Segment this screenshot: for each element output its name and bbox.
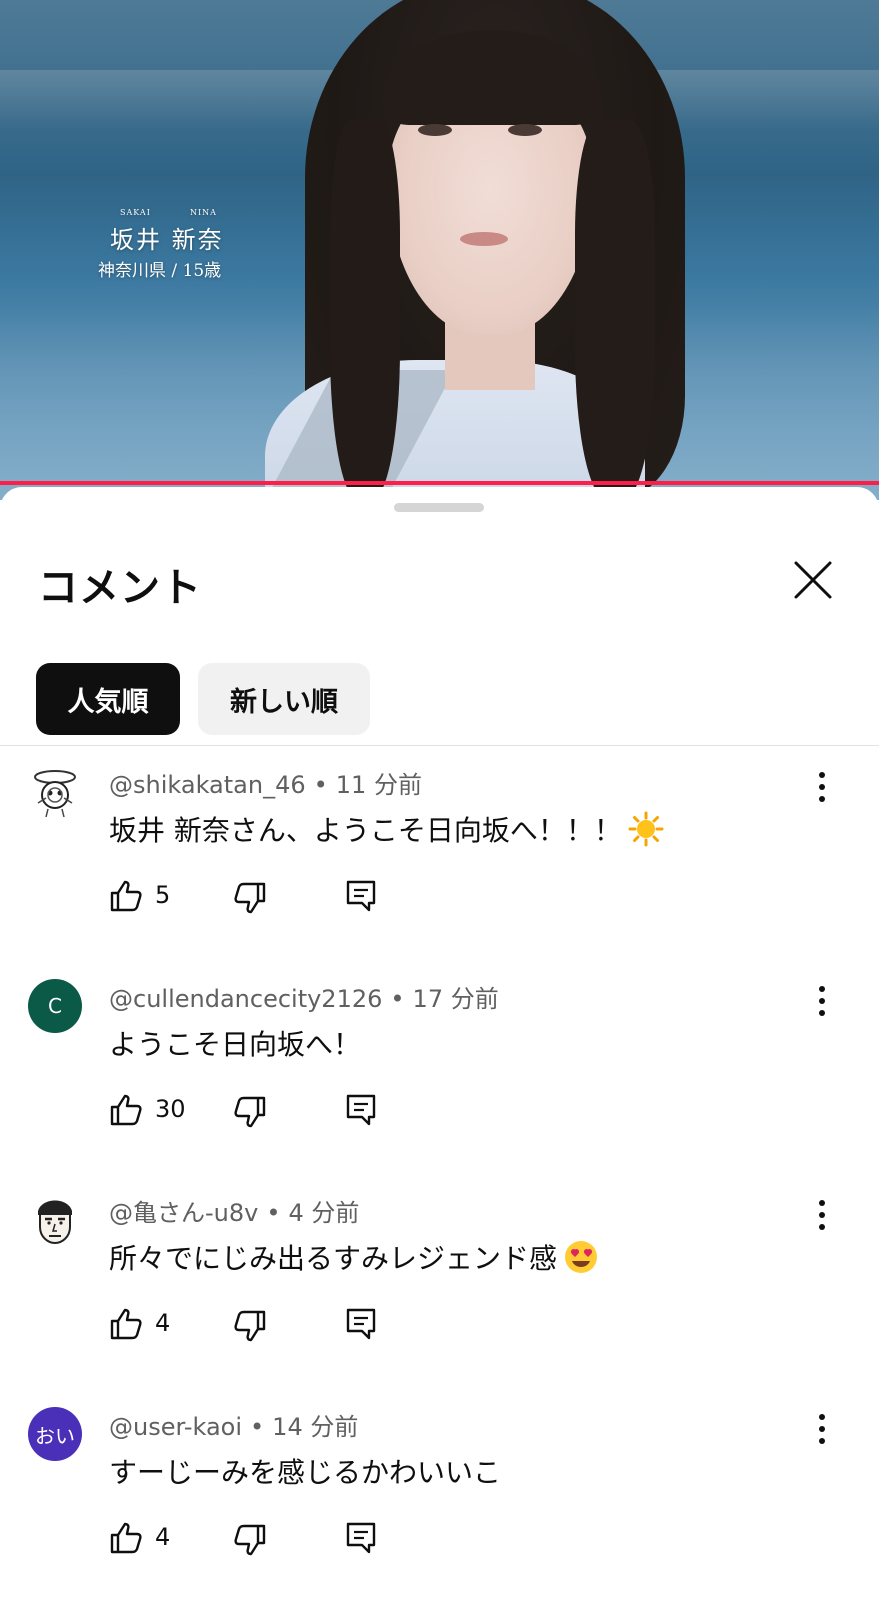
reply-icon — [346, 1308, 376, 1340]
comment-text: 坂井 新奈さん、ようこそ日向坂へ！！！ — [109, 809, 664, 849]
like-button[interactable] — [109, 1307, 143, 1341]
comment-meta: @user-kaoi • 14 分前 — [109, 1407, 358, 1442]
comment-item: C @cullendancecity2126 • 17 分前 ようこそ日向坂へ！ 3… — [0, 957, 879, 1157]
sort-chips: 人気順 新しい順 — [36, 663, 370, 735]
like-count: 30 — [155, 1095, 186, 1123]
sun-emoji-icon — [628, 811, 664, 847]
thumbs-down-icon — [234, 882, 266, 914]
portrait-hair-right — [575, 120, 655, 500]
comment-actions: 4 — [109, 1521, 409, 1561]
comment-author[interactable]: @user-kaoi — [109, 1413, 242, 1441]
cartoon-avatar-icon — [34, 770, 76, 818]
more-vertical-icon — [819, 772, 825, 802]
like-count: 4 — [155, 1309, 171, 1337]
comment-item: @shikakatan_46 • 11 分前 坂井 新奈さん、ようこそ日向坂へ！！！ — [0, 743, 879, 943]
thumbs-up-icon — [110, 1308, 142, 1340]
comment-avatar[interactable]: C — [28, 979, 82, 1033]
comment-body: すーじーみを感じるかわいいこ — [109, 1456, 502, 1489]
sheet-title: コメント — [38, 565, 202, 611]
comment-more-button[interactable] — [812, 1195, 832, 1235]
thumbs-up-icon — [110, 880, 142, 912]
sort-chip-popular[interactable]: 人気順 — [36, 663, 180, 735]
comment-avatar[interactable] — [28, 1193, 82, 1247]
thumbs-down-icon — [234, 1096, 266, 1128]
dislike-button[interactable] — [233, 1095, 267, 1129]
close-icon — [794, 561, 832, 599]
comment-avatar[interactable]: おい — [28, 1407, 82, 1461]
comment-meta: @cullendancecity2126 • 17 分前 — [109, 979, 499, 1014]
more-vertical-icon — [819, 1414, 825, 1444]
like-count: 4 — [155, 1523, 171, 1551]
thumbs-down-icon — [234, 1310, 266, 1342]
sheet-drag-handle[interactable] — [394, 503, 484, 512]
like-button[interactable] — [109, 1093, 143, 1127]
comment-text: ようこそ日向坂へ！ — [109, 1023, 361, 1063]
comment-item: @亀さん-u8v • 4 分前 所々でにじみ出るすみレジェンド感 4 — [0, 1171, 879, 1371]
comment-text: 所々でにじみ出るすみレジェンド感 — [109, 1237, 599, 1277]
comment-time: 11 分前 — [335, 771, 422, 799]
comment-author[interactable]: @cullendancecity2126 — [109, 985, 382, 1013]
like-count: 5 — [155, 881, 171, 909]
portrait-hair-left — [330, 120, 400, 500]
like-button[interactable] — [109, 879, 143, 913]
comment-more-button[interactable] — [812, 981, 832, 1021]
comment-more-button[interactable] — [812, 767, 832, 807]
meta-separator: • — [250, 1413, 265, 1441]
comment-author[interactable]: @shikakatan_46 — [109, 771, 306, 799]
portrait-eye-left — [418, 124, 452, 136]
caption-name: 坂井 新奈 — [110, 226, 224, 254]
thumbs-up-icon — [110, 1094, 142, 1126]
comment-body: ようこそ日向坂へ！ — [109, 1028, 362, 1061]
comment-body: 坂井 新奈さん、ようこそ日向坂へ！！！ — [109, 814, 622, 847]
more-vertical-icon — [819, 1200, 825, 1230]
comment-body: 所々でにじみ出るすみレジェンド感 — [109, 1242, 558, 1275]
comments-sheet: コメント 人気順 新しい順 @shikakatan_46 • 11 分前 坂井 … — [0, 487, 879, 1600]
reply-button[interactable] — [345, 1307, 377, 1341]
heart-eyes-emoji-icon — [565, 1241, 598, 1273]
reply-icon — [346, 1094, 376, 1126]
dislike-button[interactable] — [233, 881, 267, 915]
meta-separator: • — [313, 771, 328, 799]
comment-item: おい @user-kaoi • 14 分前 すーじーみを感じるかわいいこ 4 — [0, 1385, 879, 1585]
more-vertical-icon — [819, 986, 825, 1016]
comment-actions: 30 — [109, 1093, 409, 1133]
video-player[interactable]: SAKAI NINA 坂井 新奈 神奈川県 / 15歳 — [0, 0, 879, 500]
portrait-eye-right — [508, 124, 542, 136]
reply-icon — [346, 1522, 376, 1554]
thumbs-down-icon — [234, 1524, 266, 1556]
caption-ruby-family: SAKAI — [120, 208, 151, 217]
meta-separator: • — [266, 1199, 281, 1227]
comment-actions: 4 — [109, 1307, 409, 1347]
avatar-letter: C — [48, 994, 62, 1018]
manga-face-avatar-icon — [38, 1200, 72, 1245]
comment-author[interactable]: @亀さん-u8v — [109, 1199, 258, 1227]
meta-separator: • — [390, 985, 405, 1013]
comment-time: 4 分前 — [288, 1199, 360, 1227]
caption-ruby-given: NINA — [190, 208, 217, 217]
comment-avatar[interactable] — [28, 765, 82, 819]
comment-time: 14 分前 — [272, 1413, 359, 1441]
close-button[interactable] — [790, 557, 836, 603]
comment-meta: @亀さん-u8v • 4 分前 — [109, 1193, 359, 1228]
comment-text: すーじーみを感じるかわいいこ — [109, 1451, 501, 1491]
thumbs-up-icon — [110, 1522, 142, 1554]
reply-button[interactable] — [345, 1521, 377, 1555]
comment-time: 17 分前 — [412, 985, 499, 1013]
reply-button[interactable] — [345, 879, 377, 913]
dislike-button[interactable] — [233, 1309, 267, 1343]
dislike-button[interactable] — [233, 1523, 267, 1557]
avatar-letter: おい — [35, 1423, 75, 1448]
reply-icon — [346, 880, 376, 912]
portrait-lips — [460, 232, 508, 246]
comment-actions: 5 — [109, 879, 409, 919]
reply-button[interactable] — [345, 1093, 377, 1127]
comment-more-button[interactable] — [812, 1409, 832, 1449]
comment-meta: @shikakatan_46 • 11 分前 — [109, 765, 422, 800]
sort-chip-newest[interactable]: 新しい順 — [198, 663, 370, 735]
like-button[interactable] — [109, 1521, 143, 1555]
caption-subtitle: 神奈川県 / 15歳 — [98, 261, 222, 281]
video-progress-bar[interactable] — [0, 481, 879, 485]
